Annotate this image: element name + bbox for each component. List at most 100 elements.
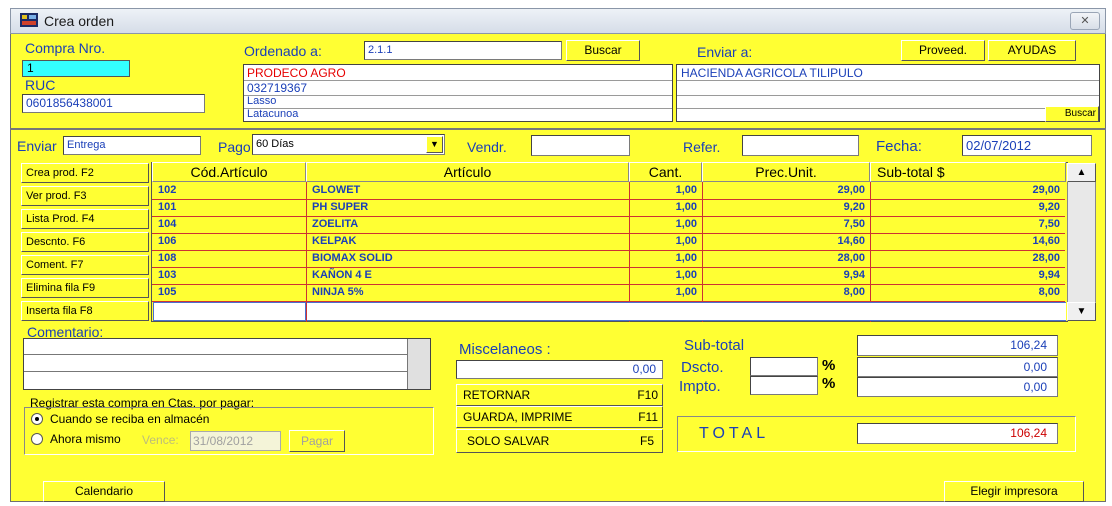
- proveed-label: Proveed.: [918, 43, 968, 57]
- enviar-a-label: Enviar a:: [697, 44, 753, 60]
- lista-prod-button[interactable]: Lista Prod. F4: [21, 209, 149, 229]
- cell-articulo[interactable]: ZOELITA: [312, 216, 358, 233]
- buscar-vendor-button[interactable]: Buscar: [566, 40, 640, 61]
- cell-subtotal[interactable]: 9,94: [870, 267, 1060, 284]
- grid-scrollbar[interactable]: [1067, 163, 1096, 321]
- scroll-up-icon[interactable]: ▲: [1067, 163, 1096, 182]
- impto-pct-field[interactable]: [750, 376, 818, 395]
- cell-cantidad[interactable]: 1,00: [629, 267, 697, 284]
- cell-cantidad[interactable]: 1,00: [629, 250, 697, 267]
- fecha-field[interactable]: 02/07/2012: [962, 135, 1092, 156]
- enviar-label: Enviar: [17, 138, 57, 154]
- new-row-codigo-cell[interactable]: [153, 302, 306, 321]
- cell-precio[interactable]: 29,00: [702, 182, 865, 199]
- enviar-field[interactable]: Entrega: [63, 136, 201, 155]
- header-cantidad[interactable]: Cant.: [629, 162, 702, 182]
- cell-cantidad[interactable]: 1,00: [629, 199, 697, 216]
- close-button[interactable]: ✕: [1070, 12, 1100, 30]
- elimina-fila-button[interactable]: Elimina fila F9: [21, 278, 149, 298]
- compra-label: Compra Nro.: [25, 40, 106, 56]
- comentario-scroll[interactable]: [407, 339, 430, 389]
- cell-codigo[interactable]: 106: [158, 233, 176, 250]
- cell-precio[interactable]: 14,60: [702, 233, 865, 250]
- cell-cantidad[interactable]: 1,00: [629, 216, 697, 233]
- header-cod-articulo[interactable]: Cód.Artículo: [152, 162, 306, 182]
- header-articulo[interactable]: Artículo: [306, 162, 629, 182]
- crea-prod-button[interactable]: Crea prod. F2: [21, 163, 149, 183]
- cell-articulo[interactable]: KELPAK: [312, 233, 356, 250]
- pago-dropdown-icon[interactable]: ▼: [426, 136, 443, 153]
- window-title: Crea orden: [44, 13, 115, 29]
- cell-codigo[interactable]: 103: [158, 267, 176, 284]
- cell-subtotal[interactable]: 28,00: [870, 250, 1060, 267]
- cell-articulo[interactable]: PH SUPER: [312, 199, 368, 216]
- cell-articulo[interactable]: KAÑON 4 E: [312, 267, 372, 284]
- calendario-button[interactable]: Calendario: [43, 481, 165, 502]
- ordenado-field[interactable]: 2.1.1: [364, 41, 562, 60]
- ayudas-button[interactable]: AYUDAS: [988, 40, 1076, 61]
- cell-subtotal[interactable]: 7,50: [870, 216, 1060, 233]
- radio-cuando-label[interactable]: Cuando se reciba en almacén: [50, 412, 209, 426]
- cell-articulo[interactable]: BIOMAX SOLID: [312, 250, 393, 267]
- cell-subtotal[interactable]: 14,60: [870, 233, 1060, 250]
- refer-field[interactable]: [742, 135, 859, 156]
- cell-precio[interactable]: 28,00: [702, 250, 865, 267]
- header-subtotal[interactable]: Sub-total $: [870, 162, 1066, 182]
- cell-precio[interactable]: 9,20: [702, 199, 865, 216]
- guarda-imprime-button[interactable]: GUARDA, IMPRIME F11: [456, 406, 663, 428]
- dscto-field[interactable]: 0,00: [857, 357, 1058, 377]
- cell-articulo[interactable]: GLOWET: [312, 182, 360, 199]
- inserta-fila-button[interactable]: Inserta fila F8: [21, 301, 149, 321]
- pago-label: Pago: [218, 139, 251, 155]
- cell-cantidad[interactable]: 1,00: [629, 233, 697, 250]
- cell-precio[interactable]: 9,94: [702, 267, 865, 284]
- cell-subtotal[interactable]: 8,00: [870, 284, 1060, 301]
- cell-cantidad[interactable]: 1,00: [629, 182, 697, 199]
- buscar-ship-label: Buscar: [1064, 108, 1096, 119]
- compra-number-field[interactable]: 1: [22, 60, 130, 77]
- cell-precio[interactable]: 8,00: [702, 284, 865, 301]
- radio-cuando-icon[interactable]: [31, 413, 43, 425]
- comentario-line-1[interactable]: [24, 339, 407, 355]
- cell-articulo[interactable]: NINJA 5%: [312, 284, 364, 301]
- radio-ahora-label[interactable]: Ahora mismo: [50, 432, 121, 446]
- new-row-rest[interactable]: [307, 302, 1066, 321]
- comentario-button[interactable]: Coment. F7: [21, 255, 149, 275]
- ruc-field[interactable]: 0601856438001: [22, 94, 205, 113]
- header-precio[interactable]: Prec.Unit.: [702, 162, 870, 182]
- dscto-pct-field[interactable]: [750, 357, 818, 376]
- vendr-field[interactable]: [531, 135, 630, 156]
- cell-codigo[interactable]: 101: [158, 199, 176, 216]
- elegir-impresora-button[interactable]: Elegir impresora: [944, 481, 1084, 502]
- cell-codigo[interactable]: 105: [158, 284, 176, 301]
- scroll-down-icon[interactable]: ▼: [1067, 302, 1096, 321]
- cell-subtotal[interactable]: 9,20: [870, 199, 1060, 216]
- solo-salvar-button[interactable]: SOLO SALVAR F5: [456, 429, 663, 453]
- cell-precio[interactable]: 7,50: [702, 216, 865, 233]
- comentario-line-3[interactable]: [24, 372, 407, 389]
- buscar-ship-button[interactable]: Buscar: [1045, 106, 1099, 122]
- impto-field[interactable]: 0,00: [857, 377, 1058, 397]
- ver-prod-button[interactable]: Ver prod. F3: [21, 186, 149, 206]
- radio-ahora-icon[interactable]: [31, 433, 43, 445]
- total-field[interactable]: 106,24: [857, 423, 1058, 444]
- descuento-button[interactable]: Descnto. F6: [21, 232, 149, 252]
- enviar-value: Entrega: [67, 139, 106, 151]
- retornar-key: F10: [637, 388, 658, 402]
- salvar-label: SOLO SALVAR: [467, 434, 550, 448]
- cell-cantidad[interactable]: 1,00: [629, 284, 697, 301]
- vence-field[interactable]: 31/08/2012: [190, 431, 281, 451]
- cell-subtotal[interactable]: 29,00: [870, 182, 1060, 199]
- cell-codigo[interactable]: 104: [158, 216, 176, 233]
- retornar-button[interactable]: RETORNAR F10: [456, 384, 663, 406]
- comentario-line-2[interactable]: [24, 355, 407, 372]
- cell-codigo[interactable]: 102: [158, 182, 176, 199]
- subtotal-field[interactable]: 106,24: [857, 335, 1058, 356]
- pagar-button[interactable]: Pagar: [289, 430, 345, 452]
- proveed-button[interactable]: Proveed.: [901, 40, 985, 61]
- lista-prod-label: Lista Prod. F4: [26, 213, 95, 225]
- misc-field[interactable]: 0,00: [456, 360, 663, 379]
- guarda-label: GUARDA, IMPRIME: [463, 410, 573, 424]
- pago-select[interactable]: 60 Días: [252, 134, 445, 155]
- cell-codigo[interactable]: 108: [158, 250, 176, 267]
